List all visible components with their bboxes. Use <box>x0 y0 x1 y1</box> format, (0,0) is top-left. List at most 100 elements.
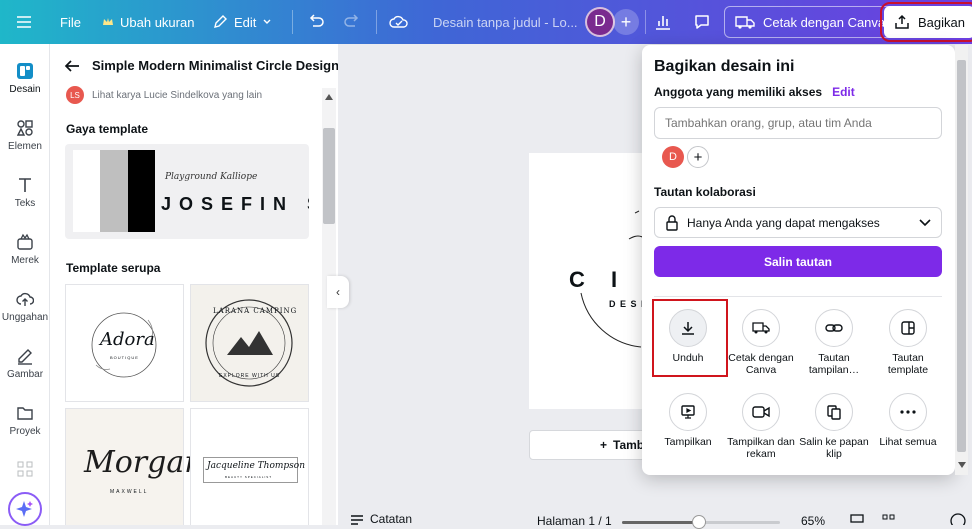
thumb-title: Morgan <box>84 445 204 480</box>
file-menu[interactable]: File <box>60 0 81 44</box>
option-copy-clipboard[interactable]: Salin ke papan klip <box>797 393 871 460</box>
add-people-input[interactable] <box>654 107 942 139</box>
option-present-record[interactable]: Tampilkan dan rekam <box>724 393 798 460</box>
help-icon[interactable] <box>950 513 966 525</box>
zoom-slider-handle[interactable] <box>692 515 706 529</box>
style-heading: Gaya template <box>66 122 149 136</box>
invite-button[interactable]: + <box>613 0 639 44</box>
author-avatar: LS <box>66 86 84 104</box>
file-label: File <box>60 14 81 30</box>
pages-view-icon[interactable] <box>850 514 864 525</box>
zoom-value[interactable]: 65% <box>801 514 825 528</box>
add-member-button[interactable]: + <box>687 146 709 168</box>
print-with-canva-button[interactable]: Cetak dengan Canva <box>724 6 897 38</box>
page-indicator[interactable]: Halaman 1 / 1 <box>537 514 612 528</box>
cloud-save-status[interactable] <box>389 0 409 44</box>
rail-item-uploads[interactable]: Unggahan <box>0 290 50 323</box>
swatch <box>100 150 128 232</box>
font-sample: JOSEFIN S <box>161 194 309 215</box>
side-rail: Desain Elemen Teks Merek Unggahan Gambar… <box>0 44 50 526</box>
template-style-card[interactable]: Playground Kalliope JOSEFIN S <box>65 144 309 239</box>
share-popover: Bagikan desain ini Anggota yang memiliki… <box>642 45 955 475</box>
lock-icon <box>666 214 678 231</box>
author-link[interactable]: LS Lihat karya Lucie Sindelkova yang lai… <box>66 86 262 104</box>
member-avatar[interactable]: D <box>662 146 684 168</box>
access-select[interactable]: Hanya Anda yang dapat mengakses <box>654 207 942 238</box>
cloud-check-icon <box>389 15 408 28</box>
panel-title: Simple Modern Minimalist Circle Design .… <box>92 58 338 73</box>
rail-item-design[interactable]: Desain <box>0 62 50 95</box>
notes-icon <box>351 515 363 525</box>
scroll-up-icon[interactable] <box>325 94 333 100</box>
template-thumb[interactable]: Morgan MAXWELL <box>65 408 204 525</box>
rail-label: Desain <box>9 84 41 95</box>
undo-button[interactable] <box>307 0 325 44</box>
magic-assistant-button[interactable] <box>8 492 42 526</box>
share-button[interactable]: Bagikan <box>880 2 972 42</box>
rail-item-brand[interactable]: Merek <box>0 233 50 266</box>
zoom-slider[interactable] <box>622 515 780 529</box>
draw-icon <box>18 349 32 365</box>
collab-link-label: Tautan kolaborasi <box>654 185 756 199</box>
chevron-left-icon: ‹ <box>336 285 340 299</box>
redo-button[interactable] <box>343 0 361 44</box>
template-thumb[interactable]: Jacqueline Thompson BEAUTY SPECIALIST <box>190 408 309 525</box>
rail-label: Elemen <box>8 141 42 152</box>
members-label: Anggota yang memiliki akses <box>654 85 823 99</box>
option-present[interactable]: Tampilkan <box>651 393 725 449</box>
template-thumb[interactable]: Adora BOUTIQUE <box>65 284 184 402</box>
thumb-subtitle: BEAUTY SPECIALIST <box>225 475 273 479</box>
bottom-bar: Catatan Halaman 1 / 1 65% <box>338 510 972 529</box>
divider <box>654 296 942 297</box>
document-title[interactable]: Desain tanpa judul - Lo... <box>433 0 578 44</box>
rail-item-apps[interactable] <box>0 460 50 478</box>
comments-button[interactable] <box>693 0 711 44</box>
option-view-link[interactable]: Tautan tampilan… <box>797 309 871 376</box>
back-arrow-icon[interactable] <box>64 59 80 73</box>
option-label: Salin ke papan klip <box>799 436 869 460</box>
template-icon <box>889 309 927 347</box>
resize-menu[interactable]: Ubah ukuran <box>102 0 194 44</box>
more-icon <box>889 393 927 431</box>
thumb-art <box>205 299 293 387</box>
link-icon <box>815 309 853 347</box>
print-label: Cetak dengan Canva <box>763 14 886 30</box>
notes-label: Catatan <box>370 512 413 526</box>
rail-label: Unggahan <box>1 312 49 323</box>
text-icon <box>19 178 31 192</box>
swatch <box>73 150 101 232</box>
rail-item-elements[interactable]: Elemen <box>0 119 50 152</box>
collapse-panel-button[interactable]: ‹ <box>327 276 349 308</box>
plus-icon: + <box>600 438 608 452</box>
thumb-subtitle: EXPLORE WITH US <box>219 373 281 379</box>
notes-button[interactable]: Catatan <box>350 512 412 526</box>
insights-button[interactable] <box>654 0 672 44</box>
menu-button[interactable] <box>16 0 32 44</box>
rail-label: Teks <box>14 198 36 209</box>
redo-icon <box>344 14 359 27</box>
edit-label: Edit <box>234 14 257 30</box>
user-avatar[interactable]: D <box>585 0 615 44</box>
template-thumb[interactable]: LARANA CAMPING EXPLORE WITH US <box>190 284 309 402</box>
grid-view-icon[interactable] <box>882 514 895 525</box>
rail-item-projects[interactable]: Proyek <box>0 404 50 437</box>
design-icon <box>17 63 33 79</box>
option-label: Tautan tampilan… <box>808 352 860 376</box>
rail-item-text[interactable]: Teks <box>0 176 50 209</box>
panel-scroll-thumb[interactable] <box>323 128 335 224</box>
scroll-down-icon[interactable] <box>958 462 966 468</box>
rail-item-draw[interactable]: Gambar <box>0 347 50 380</box>
undo-icon <box>309 14 324 27</box>
present-icon <box>669 393 707 431</box>
option-template-link[interactable]: Tautan template <box>871 309 945 376</box>
edit-menu[interactable]: Edit <box>212 0 272 44</box>
share-scroll-thumb[interactable] <box>957 60 966 452</box>
option-see-all[interactable]: Lihat semua <box>871 393 945 449</box>
swatch <box>127 150 155 232</box>
color-palette <box>73 150 155 232</box>
divider <box>376 10 377 34</box>
copy-link-button[interactable]: Salin tautan <box>654 246 942 277</box>
option-print[interactable]: Cetak dengan Canva <box>724 309 798 376</box>
edit-members-link[interactable]: Edit <box>832 85 855 99</box>
option-label: Lihat semua <box>879 436 937 448</box>
